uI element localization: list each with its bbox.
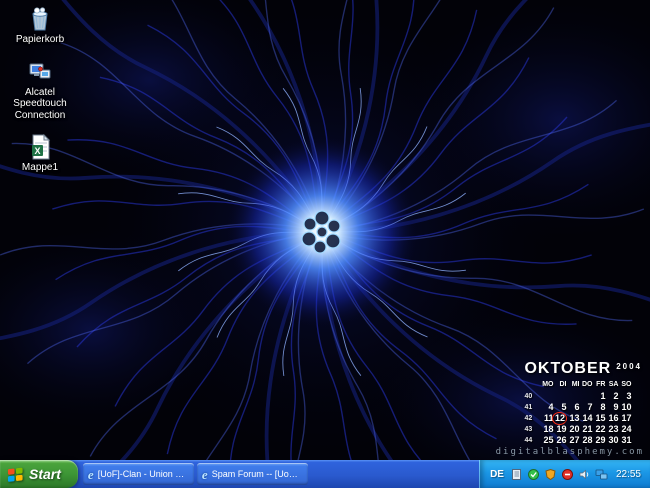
taskbar-window-buttons: [UoF]-Clan - Union of... Spam Forum -- [… bbox=[78, 463, 479, 485]
task-button-label: Spam Forum -- [UoF]-... bbox=[212, 469, 303, 479]
calendar-day-cell: 14 bbox=[581, 413, 592, 424]
calendar-day-cell: 21 bbox=[581, 424, 592, 435]
calendar-week-number: 40 bbox=[524, 391, 532, 402]
calendar-day-cell: 23 bbox=[607, 424, 618, 435]
shield-icon[interactable] bbox=[544, 468, 557, 481]
calendar-week-number: 43 bbox=[524, 424, 532, 435]
desktop-icon-label: Alcatel Speedtouch Connection bbox=[3, 87, 77, 122]
taskbar-window-button-uof-clan[interactable]: [UoF]-Clan - Union of... bbox=[83, 463, 194, 485]
calendar-day-cell: 17 bbox=[620, 413, 631, 424]
calendar-day-cell: 24 bbox=[620, 424, 631, 435]
red-status-icon[interactable] bbox=[561, 468, 574, 481]
calendar-day-cell: 30 bbox=[607, 435, 618, 446]
svg-text:X: X bbox=[34, 146, 40, 156]
calendar-day-cell: 19 bbox=[555, 424, 566, 435]
calendar-week-number: 41 bbox=[524, 402, 532, 413]
calendar-day-cell: 7 bbox=[581, 402, 592, 413]
task-button-label: [UoF]-Clan - Union of... bbox=[98, 469, 189, 479]
desktop-icon-label: Papierkorb bbox=[16, 34, 64, 46]
calendar-day-cell: 16 bbox=[607, 413, 618, 424]
calendar-day-cell: 28 bbox=[581, 435, 592, 446]
calendar-day-header: DO bbox=[582, 379, 593, 391]
taskbar-window-button-spam-forum[interactable]: Spam Forum -- [UoF]-... bbox=[197, 463, 308, 485]
calendar-day-header: SA bbox=[609, 379, 619, 391]
desktop-icon-column: Papierkorb Alcatel Speedtouch Connection bbox=[2, 6, 78, 174]
volume-icon[interactable] bbox=[578, 468, 591, 481]
calendar-day-header: MI bbox=[572, 379, 580, 391]
calendar-day-cell: 22 bbox=[594, 424, 605, 435]
calendar-day-cell: 3 bbox=[620, 391, 631, 402]
desktop-icon-mappe1[interactable]: X Mappe1 bbox=[2, 134, 78, 174]
calendar-week-number: 42 bbox=[524, 413, 532, 424]
calendar-title: OKTOBER 2004 bbox=[524, 360, 642, 378]
taskbar: Start [UoF]-Clan - Union of... Spam Foru… bbox=[0, 460, 650, 488]
calendar-day-header: FR bbox=[596, 379, 605, 391]
calendar-week-number: 44 bbox=[524, 435, 532, 446]
windows-logo-icon bbox=[7, 466, 24, 482]
calendar-day-cell: 8 bbox=[594, 402, 605, 413]
calendar-day-cell: 13 bbox=[568, 413, 579, 424]
calendar-day-cell: 4 bbox=[542, 402, 553, 413]
desktop-icon-label: Mappe1 bbox=[22, 162, 58, 174]
calendar-grid: MO DI MI DO FR SA SO 40 1 2 3 41 4 5 6 7… bbox=[524, 379, 642, 446]
network-icon[interactable] bbox=[595, 468, 608, 481]
calendar-day-cell: 10 bbox=[620, 402, 631, 413]
clock[interactable]: 22:55 bbox=[616, 469, 641, 480]
desktop: Papierkorb Alcatel Speedtouch Connection bbox=[0, 0, 650, 488]
calendar-day-header: DI bbox=[559, 379, 566, 391]
recycle-bin-icon bbox=[26, 6, 54, 32]
calendar-day-cell: 18 bbox=[542, 424, 553, 435]
calendar-day-cell: 27 bbox=[568, 435, 579, 446]
wallpaper-credit: digitalblasphemy.com bbox=[496, 447, 644, 457]
dialup-connection-icon bbox=[26, 59, 54, 85]
calendar-day-cell: 1 bbox=[594, 391, 605, 402]
calendar-month: OKTOBER bbox=[524, 360, 611, 378]
calendar-day-header: MO bbox=[542, 379, 553, 391]
calendar-day-cell: 29 bbox=[594, 435, 605, 446]
calendar-year: 2004 bbox=[616, 362, 642, 371]
desktop-icon-papierkorb[interactable]: Papierkorb bbox=[2, 6, 78, 46]
calendar-day-cell: 31 bbox=[620, 435, 631, 446]
calendar-day-header: SO bbox=[621, 379, 631, 391]
internet-explorer-icon bbox=[202, 468, 208, 481]
calendar-day-cell: 2 bbox=[607, 391, 618, 402]
calendar-day-cell: 20 bbox=[568, 424, 579, 435]
calendar-day-cell: 15 bbox=[594, 413, 605, 424]
system-tray: DE 22:55 bbox=[479, 460, 650, 488]
calendar-day-cell: 9 bbox=[607, 402, 618, 413]
excel-workbook-icon: X bbox=[26, 134, 54, 160]
calendar-widget: OKTOBER 2004 MO DI MI DO FR SA SO 40 1 2… bbox=[524, 360, 642, 446]
calendar-day-cell: 25 bbox=[542, 435, 553, 446]
language-indicator[interactable]: DE bbox=[490, 469, 504, 480]
desktop-icon-alcatel-speedtouch[interactable]: Alcatel Speedtouch Connection bbox=[2, 59, 78, 122]
document-icon[interactable] bbox=[510, 468, 523, 481]
green-status-icon[interactable] bbox=[527, 468, 540, 481]
calendar-day-cell: 26 bbox=[555, 435, 566, 446]
start-button[interactable]: Start bbox=[0, 460, 78, 488]
internet-explorer-icon bbox=[88, 468, 94, 481]
calendar-day-cell: 6 bbox=[568, 402, 579, 413]
start-button-label: Start bbox=[29, 466, 61, 482]
